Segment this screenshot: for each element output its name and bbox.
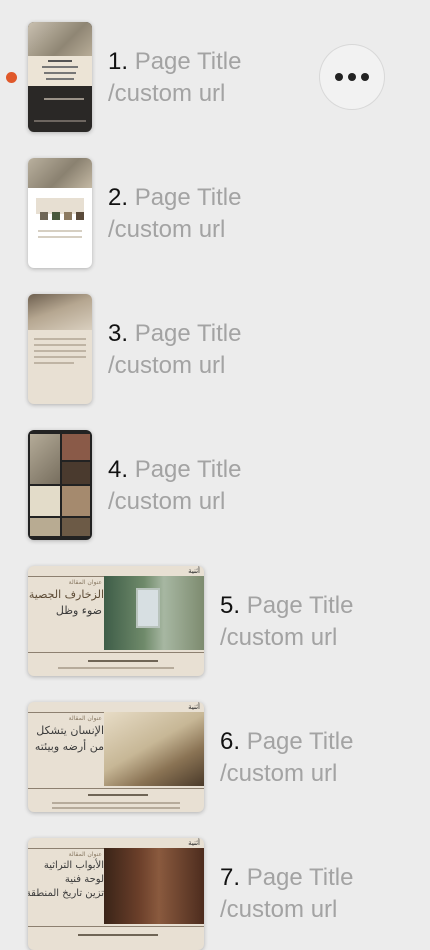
page-thumbnail[interactable] [28, 158, 92, 268]
page-number: 1. [108, 48, 129, 75]
page-number: 3. [108, 320, 129, 347]
page-number: 5. [220, 592, 241, 619]
page-number: 6. [220, 728, 241, 755]
page-item[interactable]: 3. Page Title /custom url [0, 294, 430, 406]
thumbnail-heading: الإنسان يتشكل [36, 724, 104, 737]
thumbnail-subheading: تزين تاريخ المنطقة [28, 888, 104, 899]
page-title: Page Title [134, 48, 242, 75]
more-dot-icon [348, 73, 356, 81]
active-page-indicator [6, 72, 17, 83]
thumbnail-subheading: لوحة فنية [64, 874, 104, 885]
more-dot-icon [361, 73, 369, 81]
page-url: /custom url [108, 488, 226, 515]
thumbnail-heading: الأبواب التراثية [43, 860, 104, 871]
page-label[interactable]: 5. Page Title /custom url [220, 590, 353, 654]
page-thumbnail[interactable]: أثنية عنوان المقالة الزخارف الجصية ضوء و… [28, 566, 204, 676]
thumbnail-section: عنوان المقالة [68, 851, 102, 858]
page-label[interactable]: 1. Page Title /custom url [108, 46, 241, 110]
page-number: 7. [220, 864, 241, 891]
page-url: /custom url [108, 352, 226, 379]
page-url: /custom url [108, 80, 226, 107]
page-list: 1. Page Title /custom url 2. Page Title … [0, 0, 430, 950]
page-item[interactable]: أثنية عنوان المقالة الزخارف الجصية ضوء و… [0, 566, 430, 678]
page-title: Page Title [134, 320, 242, 347]
page-thumbnail[interactable]: أثنية عنوان المقالة الإنسان يتشكل من أرض… [28, 702, 204, 812]
page-title: Page Title [246, 864, 354, 891]
page-thumbnail[interactable] [28, 294, 92, 404]
page-url: /custom url [108, 216, 226, 243]
page-title: Page Title [246, 728, 354, 755]
page-title: Page Title [134, 456, 242, 483]
page-url: /custom url [220, 896, 338, 923]
page-label[interactable]: 4. Page Title /custom url [108, 454, 241, 518]
page-label[interactable]: 2. Page Title /custom url [108, 182, 241, 246]
page-thumbnail[interactable]: أثنية عنوان المقالة الأبواب التراثية لوح… [28, 838, 204, 950]
page-item[interactable]: 4. Page Title /custom url [0, 430, 430, 542]
page-url: /custom url [220, 624, 338, 651]
page-number: 4. [108, 456, 129, 483]
page-thumbnail[interactable] [28, 430, 92, 540]
page-title: Page Title [134, 184, 242, 211]
thumbnail-subheading: ضوء وظل [55, 604, 102, 617]
thumbnail-subheading: من أرضه وبيئته [34, 740, 104, 753]
page-label[interactable]: 7. Page Title /custom url [220, 862, 353, 926]
page-label[interactable]: 6. Page Title /custom url [220, 726, 353, 790]
page-item[interactable]: 2. Page Title /custom url [0, 158, 430, 270]
page-title: Page Title [246, 592, 354, 619]
more-dot-icon [335, 73, 343, 81]
page-number: 2. [108, 184, 129, 211]
page-item[interactable]: 1. Page Title /custom url [0, 22, 430, 134]
thumbnail-section: عنوان المقالة [68, 715, 102, 722]
thumbnail-logo: أثنية [188, 703, 200, 711]
thumbnail-heading: الزخارف الجصية [28, 588, 104, 601]
page-thumbnail[interactable] [28, 22, 92, 132]
page-item[interactable]: أثنية عنوان المقالة الأبواب التراثية لوح… [0, 838, 430, 950]
more-options-button[interactable] [320, 45, 384, 109]
page-url: /custom url [220, 760, 338, 787]
thumbnail-logo: أثنية [188, 567, 200, 575]
page-item[interactable]: أثنية عنوان المقالة الإنسان يتشكل من أرض… [0, 702, 430, 814]
thumbnail-logo: أثنية [188, 839, 200, 847]
page-label[interactable]: 3. Page Title /custom url [108, 318, 241, 382]
thumbnail-section: عنوان المقالة [68, 579, 102, 586]
